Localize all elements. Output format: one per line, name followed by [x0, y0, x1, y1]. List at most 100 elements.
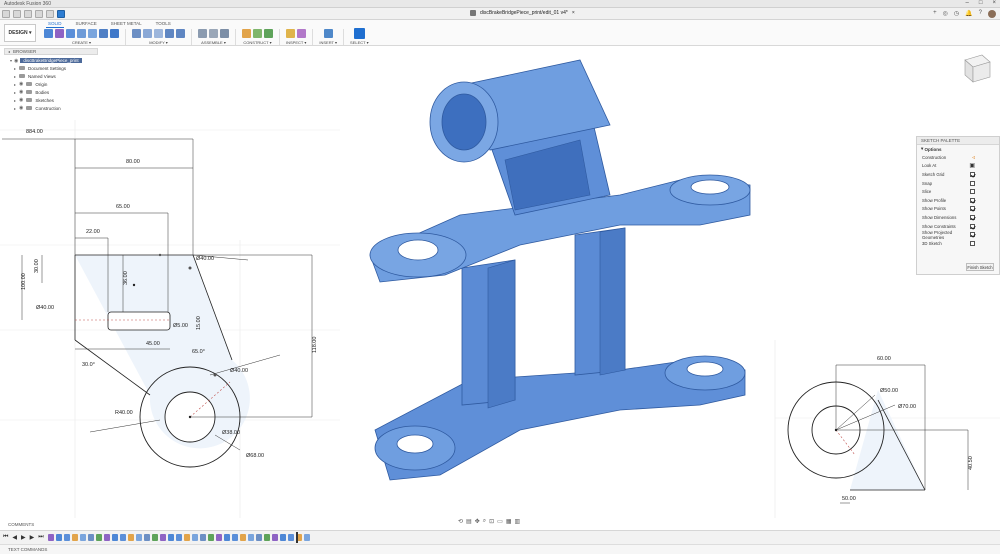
dim-dia5[interactable]: Ø5.00	[173, 323, 188, 329]
dim-right-dia70[interactable]: Ø70.00	[898, 404, 916, 410]
timeline-feature[interactable]	[168, 534, 174, 541]
collapse-icon[interactable]: ◂	[8, 49, 10, 54]
show-points-checkbox[interactable]	[970, 206, 975, 212]
timeline-feature[interactable]	[272, 534, 278, 541]
workspace-switcher[interactable]: DESIGN ▾	[4, 24, 36, 42]
dim-100[interactable]: 100.00	[21, 273, 27, 290]
save-icon[interactable]	[24, 10, 32, 18]
loft-icon[interactable]	[99, 29, 108, 38]
viewports-icon[interactable]: ▥	[514, 518, 520, 525]
grid-settings-icon[interactable]: ▦	[506, 518, 512, 525]
timeline-feature[interactable]	[104, 534, 110, 541]
extrude-icon[interactable]	[66, 29, 75, 38]
finish-sketch-button[interactable]: Finish Sketch	[966, 263, 994, 271]
as-built-joint-icon[interactable]	[220, 29, 229, 38]
dim-884[interactable]: 884.00	[26, 129, 43, 135]
inspect-group[interactable]: INSPECT ▾	[286, 28, 306, 45]
browser-item-sketches[interactable]: ▸ ◉ Sketches	[4, 96, 98, 104]
extensions-icon[interactable]: ◎	[943, 10, 948, 18]
timeline-feature[interactable]	[80, 534, 86, 541]
timeline-feature[interactable]	[208, 534, 214, 541]
zoom-icon[interactable]: ⌕	[483, 518, 486, 525]
dim-r40-a[interactable]: R40.00	[115, 410, 133, 416]
browser-item-named-views[interactable]: ▸ Named Views	[4, 72, 98, 80]
joint-icon[interactable]	[209, 29, 218, 38]
view-cube[interactable]	[964, 54, 991, 83]
show-projected-checkbox[interactable]	[970, 232, 975, 238]
new-component-assemble-icon[interactable]	[198, 29, 207, 38]
press-pull-icon[interactable]	[132, 29, 141, 38]
snap-checkbox[interactable]	[970, 180, 975, 186]
help-icon[interactable]: ?	[979, 10, 982, 18]
visibility-eye-icon[interactable]: ◉	[14, 58, 18, 64]
combine-icon[interactable]	[176, 29, 185, 38]
expand-icon[interactable]: ▸	[14, 66, 16, 71]
timeline-feature[interactable]	[112, 534, 118, 541]
expand-icon[interactable]: ▸	[14, 82, 16, 87]
timeline-marker[interactable]	[296, 532, 298, 543]
offset-plane-icon[interactable]	[242, 29, 251, 38]
dim-dia40-b[interactable]: Ø40.00	[196, 256, 214, 262]
timeline-feature[interactable]	[240, 534, 246, 541]
dim-45[interactable]: 45.00	[146, 341, 160, 347]
sketch-palette-header[interactable]: SKETCH PALETTE	[917, 137, 999, 145]
insert-group[interactable]: INSERT ▾	[319, 28, 337, 45]
axis-icon[interactable]	[264, 29, 273, 38]
dim-15[interactable]: 15.00	[196, 316, 202, 330]
timeline-feature[interactable]	[144, 534, 150, 541]
sketch-grid-checkbox[interactable]	[970, 171, 975, 177]
dim-right-40-50[interactable]: 40.50	[968, 456, 974, 470]
select-group[interactable]: SELECT ▾	[350, 28, 369, 45]
dim-right-60[interactable]: 60.00	[877, 356, 891, 362]
fillet-icon[interactable]	[143, 29, 152, 38]
timeline-feature[interactable]	[264, 534, 270, 541]
redo-icon[interactable]	[46, 10, 54, 18]
insert-image-icon[interactable]	[323, 29, 333, 38]
dim-dia68[interactable]: Ø68.00	[246, 453, 264, 459]
visibility-eye-icon[interactable]: ◉	[19, 89, 23, 95]
timeline-end-icon[interactable]: ⏭	[38, 534, 43, 541]
timeline-feature[interactable]	[64, 534, 70, 541]
timeline-feature[interactable]	[216, 534, 222, 541]
maximize-icon[interactable]: □	[979, 0, 983, 6]
browser-item-origin[interactable]: ▸ ◉ Origin	[4, 80, 98, 88]
plane-at-angle-icon[interactable]	[253, 29, 262, 38]
palette-row-construction[interactable]: Construction ◃	[917, 153, 999, 162]
document-tab[interactable]: discBrakeBridgePiece_print/edit_01 v4* ×	[470, 10, 575, 16]
pan-icon[interactable]: ✥	[475, 518, 480, 525]
dim-65[interactable]: 65.00	[116, 204, 130, 210]
timeline-feature[interactable]	[56, 534, 62, 541]
dim-r40-b[interactable]: R40.00	[20, 416, 38, 422]
dim-angle-65[interactable]: 65.0°	[192, 349, 205, 355]
palette-row-snap[interactable]: Snap	[917, 179, 999, 188]
orbit-icon[interactable]: ⟲	[458, 518, 463, 525]
chamfer-icon[interactable]	[154, 29, 163, 38]
timeline-feature[interactable]	[192, 534, 198, 541]
palette-row-look-at[interactable]: Look At ▣	[917, 162, 999, 171]
timeline-feature[interactable]	[96, 534, 102, 541]
notifications-icon[interactable]: 🔔	[965, 10, 972, 18]
dim-right-dia50[interactable]: Ø50.00	[880, 388, 898, 394]
visibility-eye-icon[interactable]: ◉	[19, 105, 23, 111]
home-icon[interactable]	[57, 10, 65, 18]
dim-80[interactable]: 80.00	[126, 159, 140, 165]
look-at-nav-icon[interactable]: ▤	[466, 518, 472, 525]
timeline-feature[interactable]	[288, 534, 294, 541]
timeline-feature[interactable]	[48, 534, 54, 541]
timeline-feature[interactable]	[224, 534, 230, 541]
revolve-icon[interactable]	[77, 29, 86, 38]
timeline-start-icon[interactable]: ⏮	[3, 534, 8, 541]
show-profile-checkbox[interactable]	[970, 197, 975, 203]
create-group[interactable]: CREATE ▾	[44, 28, 119, 45]
expand-icon[interactable]: ▸	[14, 106, 16, 111]
tab-tools[interactable]: TOOLS	[154, 20, 173, 28]
timeline-feature[interactable]	[184, 534, 190, 541]
browser-header[interactable]: ◂ BROWSER	[4, 48, 98, 55]
dim-22[interactable]: 22.00	[86, 229, 100, 235]
data-panel-icon[interactable]	[2, 10, 10, 18]
interference-icon[interactable]	[297, 29, 307, 38]
fit-icon[interactable]: ⊡	[489, 518, 494, 525]
palette-row-show-profile[interactable]: Show Profile	[917, 196, 999, 205]
avatar[interactable]	[988, 10, 996, 18]
comments-panel[interactable]: COMMENTS	[0, 519, 98, 529]
